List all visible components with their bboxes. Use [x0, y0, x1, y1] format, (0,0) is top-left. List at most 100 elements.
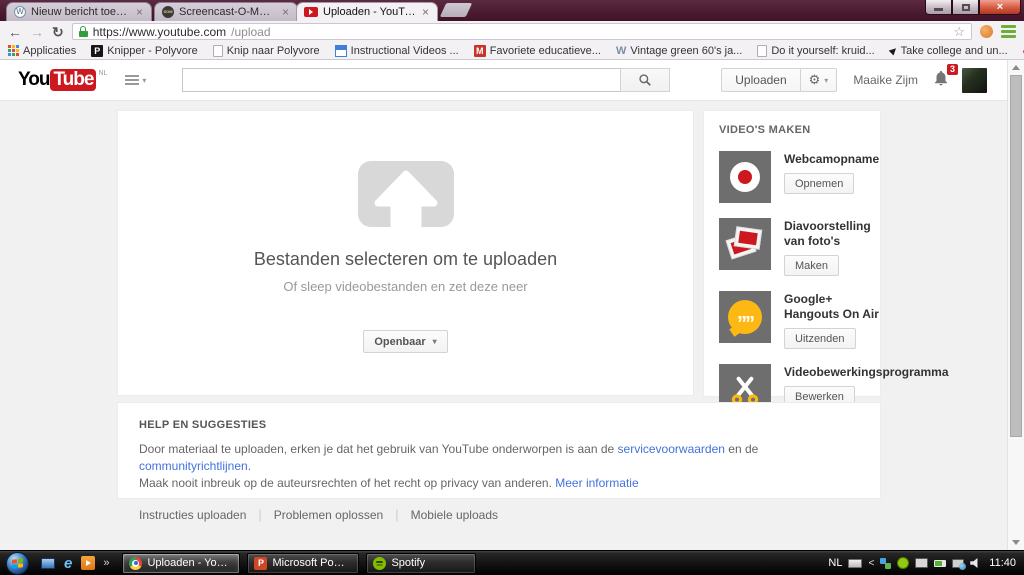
help-line1: Door materiaal te uploaden, erken je dat… — [139, 442, 618, 456]
photo-slideshow-icon[interactable] — [719, 218, 771, 270]
back-icon[interactable]: ← — [8, 25, 22, 39]
taskbar-button-chrome[interactable]: Uploaden - YouTub... — [122, 553, 240, 574]
w-crown-icon: W — [616, 45, 626, 57]
forward-icon[interactable]: → — [30, 25, 44, 39]
create-item-title: Diavoorstelling van foto's — [784, 219, 880, 249]
taskbar-button-powerpoint[interactable]: P Microsoft PowerPoi... — [247, 553, 359, 574]
url-host: https://www.youtube.com — [93, 25, 226, 39]
record-button[interactable]: Opnemen — [784, 173, 854, 194]
toolbar-expand-icon[interactable]: » — [103, 557, 109, 569]
community-guidelines-link[interactable]: communityrichtlijnen. — [139, 459, 251, 473]
mobile-uploads-link[interactable]: Mobiele uploads — [411, 508, 498, 522]
tab-title: Screencast-O-Matic - Free — [179, 6, 276, 18]
search-button[interactable] — [620, 68, 670, 92]
make-button[interactable]: Maken — [784, 255, 839, 276]
sync-tray-icon[interactable] — [880, 558, 891, 569]
internet-explorer-icon[interactable]: e — [64, 556, 72, 571]
bookmark-favoriete-educatieve[interactable]: M Favoriete educatieve... — [474, 45, 601, 57]
webcam-record-icon[interactable] — [719, 151, 771, 203]
upload-title: Bestanden selecteren om te uploaden — [254, 249, 557, 270]
tab-close-icon[interactable]: × — [421, 6, 430, 18]
taskbar-button-label: Spotify — [391, 557, 425, 569]
bookmark-label: Knipper - Polyvore — [107, 45, 198, 57]
triangle-down-icon — [1012, 540, 1020, 545]
bookmark-star-icon[interactable]: ☆ — [953, 24, 965, 40]
create-item-hangouts: ”” Google+ Hangouts On Air Uitzenden — [719, 291, 880, 349]
hidden-icons-chevron[interactable]: < — [868, 558, 874, 569]
upload-button[interactable]: Uploaden — [721, 68, 800, 92]
start-button[interactable] — [6, 552, 29, 575]
spotify-tray-icon[interactable] — [897, 557, 909, 569]
create-item-title: Webcamopname — [784, 152, 879, 167]
settings-button[interactable]: ⚙ ▾ — [801, 68, 838, 92]
chrome-menu-icon[interactable] — [1001, 25, 1016, 38]
window-minimize-button[interactable] — [925, 0, 952, 15]
windows-taskbar: e » Uploaden - YouTub... P Microsoft Pow… — [0, 550, 1024, 575]
taskbar-button-spotify[interactable]: Spotify — [366, 553, 476, 574]
scroll-down-button[interactable] — [1008, 535, 1024, 550]
bookmark-do-it-yourself[interactable]: Do it yourself: kruid... — [757, 45, 874, 57]
bookmark-label: Vintage green 60's ja... — [630, 45, 742, 57]
browser-tab-screencast[interactable]: SOM Screencast-O-Matic - Free × — [154, 2, 298, 21]
terms-link[interactable]: servicevoorwaarden — [618, 442, 725, 456]
more-info-link[interactable]: Meer informatie — [555, 476, 638, 490]
browser-tab-youtube-active[interactable]: Uploaden - YouTube × — [296, 2, 438, 21]
bookmark-vintage-green[interactable]: W Vintage green 60's ja... — [616, 45, 742, 57]
privacy-label: Openbaar — [374, 336, 425, 348]
notification-badge: 3 — [947, 64, 958, 76]
new-tab-button[interactable] — [440, 3, 473, 17]
tab-close-icon[interactable]: × — [281, 6, 290, 18]
logo-region: NL — [98, 70, 107, 77]
bookmark-label: Do it yourself: kruid... — [771, 45, 874, 57]
bookmark-knipper-polyvore[interactable]: P Knipper - Polyvore — [91, 45, 198, 57]
bookmark-knip-naar-polyvore[interactable]: Knip naar Polyvore — [213, 45, 320, 57]
taskbar-button-label: Uploaden - YouTub... — [147, 557, 233, 569]
help-panel: HELP EN SUGGESTIES Door materiaal te upl… — [117, 402, 881, 499]
wordpress-icon: W — [14, 6, 26, 18]
search-input[interactable] — [182, 68, 620, 92]
language-indicator[interactable]: NL — [828, 557, 842, 569]
notifications-button[interactable]: 3 — [932, 69, 950, 92]
youtube-logo[interactable]: You Tube NL — [18, 69, 107, 91]
system-tray: NL < 11:40 — [828, 557, 1024, 569]
privacy-dropdown[interactable]: Openbaar ▾ — [363, 330, 447, 353]
help-line2: Maak nooit inbreuk op de auteursrechten … — [139, 476, 555, 490]
battery-icon[interactable] — [934, 560, 946, 567]
guide-menu-button[interactable]: ▾ — [125, 75, 146, 85]
avatar[interactable] — [962, 68, 987, 93]
help-heading: HELP EN SUGGESTIES — [139, 419, 859, 431]
tab-close-icon[interactable]: × — [135, 6, 144, 18]
windows-logo-icon — [12, 558, 23, 569]
network-icon[interactable] — [952, 559, 964, 568]
divider: | — [258, 507, 261, 522]
bookmark-applicaties[interactable]: Applicaties — [8, 45, 76, 57]
upload-instructions-link[interactable]: Instructies uploaden — [139, 508, 246, 522]
help-text: Door materiaal te uploaden, erken je dat… — [139, 441, 859, 492]
scrollbar-thumb[interactable] — [1010, 75, 1022, 437]
window-maximize-button[interactable] — [952, 0, 979, 15]
bookmark-take-college[interactable]: ▶ Take college and un... — [890, 45, 1008, 57]
chrome-icon — [129, 557, 142, 570]
broadcast-button[interactable]: Uitzenden — [784, 328, 856, 349]
extension-icon[interactable] — [980, 25, 993, 38]
upload-dropzone[interactable]: Bestanden selecteren om te uploaden Of s… — [117, 110, 694, 396]
window-controls: × — [925, 0, 1021, 15]
hamburger-icon — [125, 75, 139, 85]
bookmark-label: Instructional Videos ... — [351, 45, 459, 57]
rocket-icon: ▶ — [887, 44, 900, 57]
address-bar[interactable]: https://www.youtube.com/upload ☆ — [72, 23, 972, 40]
bookmark-instructional-videos[interactable]: Instructional Videos ... — [335, 45, 459, 57]
hangouts-icon[interactable]: ”” — [719, 291, 771, 343]
scroll-up-button[interactable] — [1008, 60, 1024, 75]
clock[interactable]: 11:40 — [989, 557, 1016, 569]
media-app-icon[interactable] — [81, 556, 95, 570]
display-tray-icon[interactable] — [915, 558, 928, 568]
volume-icon[interactable] — [970, 558, 980, 568]
troubleshoot-link[interactable]: Problemen oplossen — [274, 508, 383, 522]
refresh-icon[interactable]: ↻ — [52, 25, 64, 39]
keyboard-icon[interactable] — [848, 559, 862, 568]
browser-tab-wordpress[interactable]: W Nieuw bericht toevoegen × — [6, 2, 152, 21]
window-close-button[interactable]: × — [979, 0, 1021, 15]
desktop-app-icon[interactable] — [41, 558, 55, 569]
page-scrollbar[interactable] — [1007, 60, 1024, 550]
